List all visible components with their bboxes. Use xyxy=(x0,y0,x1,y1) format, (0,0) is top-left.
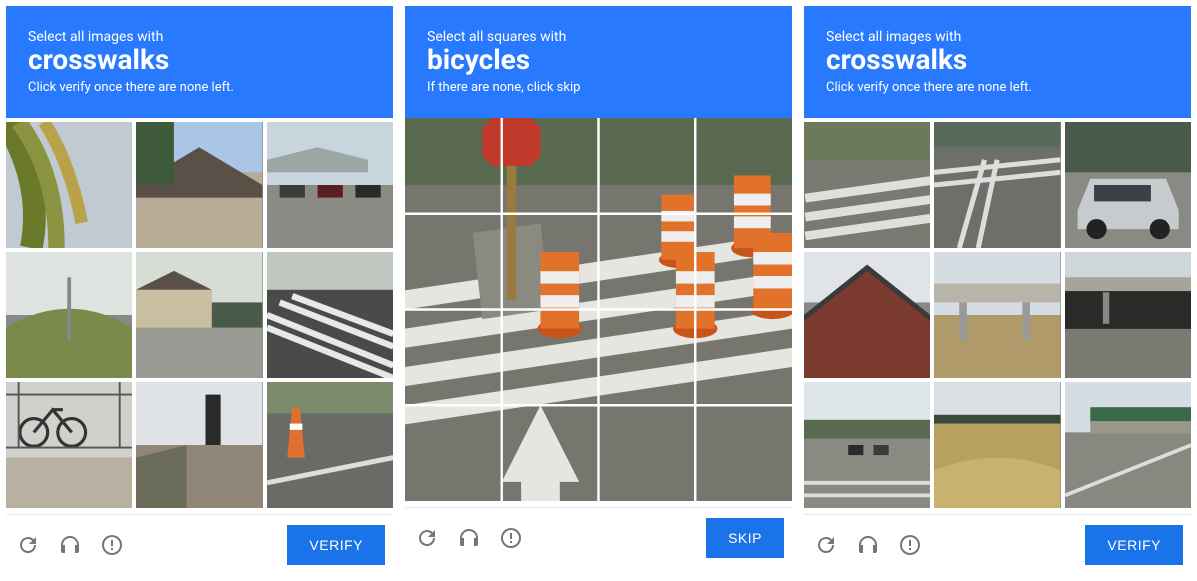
grid-cell-4[interactable] xyxy=(696,118,792,213)
tile-cone[interactable] xyxy=(267,382,393,508)
tile-crosswalk[interactable] xyxy=(267,252,393,378)
grid-cell-11[interactable] xyxy=(599,310,695,405)
grid-cell-9[interactable] xyxy=(405,310,501,405)
image-grid xyxy=(804,118,1191,508)
grid-cell-2[interactable] xyxy=(502,118,598,213)
header-keyword: crosswalks xyxy=(28,45,371,76)
headphones-icon[interactable] xyxy=(854,531,882,559)
info-icon[interactable] xyxy=(896,531,924,559)
tile-suburb-int[interactable] xyxy=(804,382,930,508)
captcha-footer: VERIFY xyxy=(804,514,1191,575)
grid-cell-8[interactable] xyxy=(696,214,792,309)
skip-button[interactable]: SKIP xyxy=(706,518,784,558)
grid-cell-7[interactable] xyxy=(599,214,695,309)
tile-bike[interactable] xyxy=(6,382,132,508)
info-icon[interactable] xyxy=(98,531,126,559)
captcha-row: Select all images with crosswalks Click … xyxy=(0,0,1197,581)
header-post: If there are none, click skip xyxy=(427,80,770,95)
header-keyword: crosswalks xyxy=(826,45,1169,76)
tile-overpass-2[interactable] xyxy=(1065,252,1191,378)
captcha-panel-1: Select all images with crosswalks Click … xyxy=(6,6,393,575)
captcha-footer: SKIP xyxy=(405,507,792,568)
tile-minivan[interactable] xyxy=(1065,122,1191,248)
grid-cell-16[interactable] xyxy=(696,406,792,501)
reload-icon[interactable] xyxy=(812,531,840,559)
grid-cell-13[interactable] xyxy=(405,406,501,501)
tile-palm[interactable] xyxy=(6,122,132,248)
info-icon[interactable] xyxy=(497,524,525,552)
tile-parking[interactable] xyxy=(267,122,393,248)
tile-residential[interactable] xyxy=(136,252,262,378)
tile-sign[interactable] xyxy=(136,382,262,508)
image-grid xyxy=(6,118,393,508)
grid-cell-1[interactable] xyxy=(405,118,501,213)
headphones-icon[interactable] xyxy=(56,531,84,559)
tile-brick-roof[interactable] xyxy=(804,252,930,378)
tile-hill[interactable] xyxy=(6,252,132,378)
headphones-icon[interactable] xyxy=(455,524,483,552)
captcha-footer: VERIFY xyxy=(6,514,393,575)
grid-cell-10[interactable] xyxy=(502,310,598,405)
tile-dry-grass[interactable] xyxy=(934,382,1060,508)
grid-cell-15[interactable] xyxy=(599,406,695,501)
captcha-panel-3: Select all images with crosswalks Click … xyxy=(804,6,1191,575)
reload-icon[interactable] xyxy=(413,524,441,552)
tile-intersection[interactable] xyxy=(934,122,1060,248)
verify-button[interactable]: VERIFY xyxy=(1085,525,1183,565)
tile-sidewalk-cw[interactable] xyxy=(804,122,930,248)
header-keyword: bicycles xyxy=(427,45,770,76)
reload-icon[interactable] xyxy=(14,531,42,559)
grid-cell-5[interactable] xyxy=(405,214,501,309)
grid-cell-3[interactable] xyxy=(599,118,695,213)
image-grid xyxy=(405,118,792,501)
tile-house-roof[interactable] xyxy=(136,122,262,248)
captcha-panel-2: Select all squares with bicycles If ther… xyxy=(405,6,792,575)
header-post: Click verify once there are none left. xyxy=(826,80,1169,95)
tile-freeway[interactable] xyxy=(1065,382,1191,508)
captcha-header: Select all squares with bicycles If ther… xyxy=(405,6,792,118)
captcha-header: Select all images with crosswalks Click … xyxy=(6,6,393,118)
grid-cell-6[interactable] xyxy=(502,214,598,309)
header-post: Click verify once there are none left. xyxy=(28,80,371,95)
grid-cell-12[interactable] xyxy=(696,310,792,405)
tile-overpass-1[interactable] xyxy=(934,252,1060,378)
verify-button[interactable]: VERIFY xyxy=(287,525,385,565)
grid-cell-14[interactable] xyxy=(502,406,598,501)
captcha-header: Select all images with crosswalks Click … xyxy=(804,6,1191,118)
